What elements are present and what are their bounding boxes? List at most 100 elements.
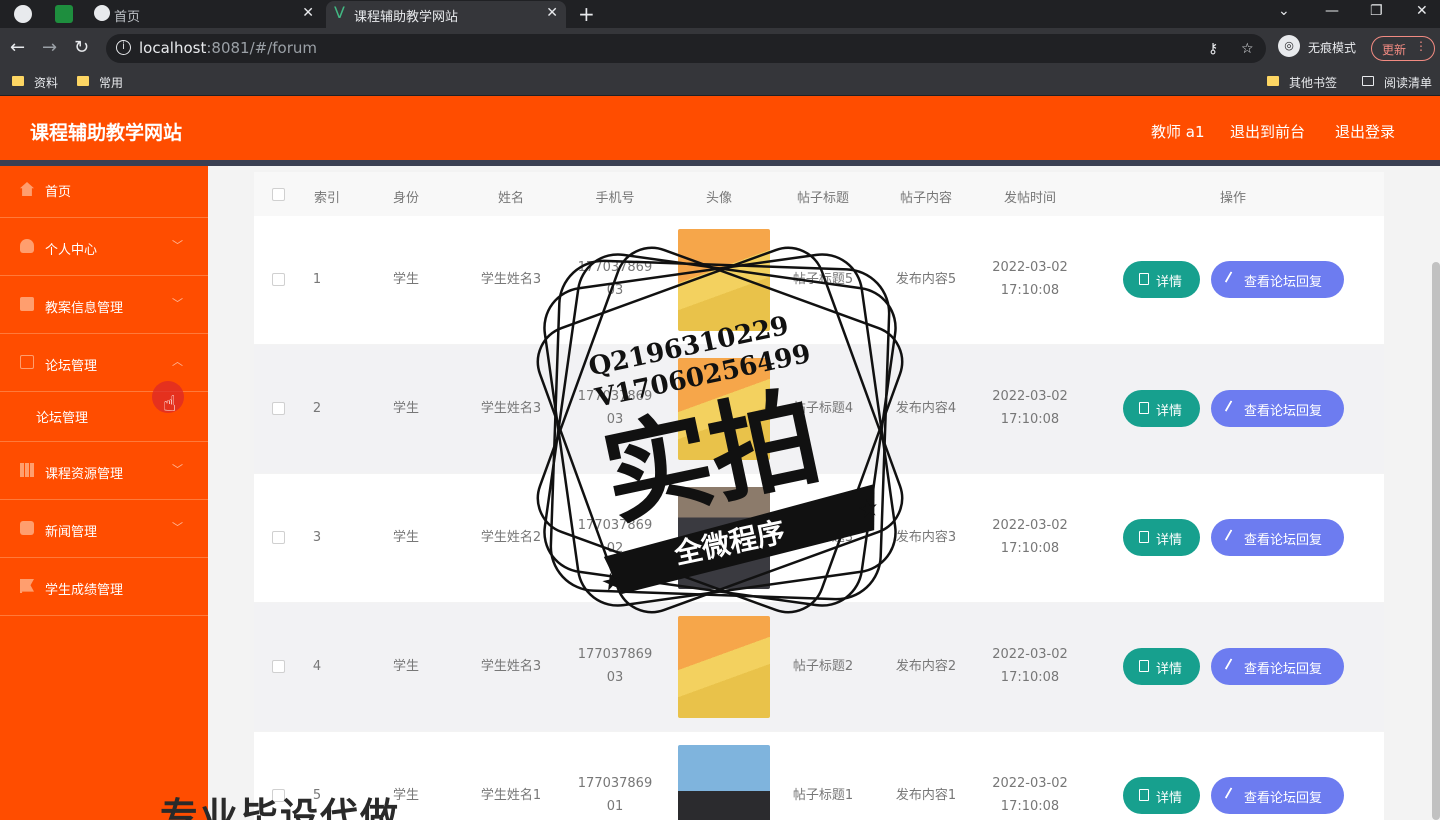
cell-datetime: 2022-03-02 17:10:08 — [992, 776, 1068, 814]
view-replies-button[interactable]: 查看论坛回复 — [1211, 390, 1344, 427]
bookmarks-bar: 资料 常用 其他书签 阅读清单 — [0, 68, 1440, 96]
table-row: 5 学生 学生姓名1 177037869 01 帖子标题1 发布内容1 2022-03-02 1… — [254, 732, 1384, 820]
bookmark-label: 常用 — [99, 76, 124, 90]
window-close-icon[interactable]: ✕ — [1416, 3, 1428, 19]
cell-datetime: 2022-03-02 17:10:08 — [992, 647, 1068, 685]
row-checkbox[interactable] — [272, 531, 285, 544]
update-button[interactable]: 更新 ⋮ — [1371, 36, 1435, 61]
sidebar-item-student-grades[interactable]: 学生成绩管理 — [0, 558, 208, 616]
document-icon — [1139, 531, 1149, 543]
new-tab-plus-icon[interactable]: + — [578, 2, 595, 26]
cell-index: 4 — [312, 659, 322, 674]
column-header: 帖子内容 — [899, 191, 953, 206]
avatar — [678, 487, 770, 589]
reply-label: 查看论坛回复 — [1244, 662, 1323, 677]
tab-home[interactable]: 首页 ✕ — [86, 1, 322, 28]
reply-label: 查看论坛回复 — [1244, 791, 1323, 806]
chevron-down-icon: ﹀ — [172, 521, 183, 534]
incognito-icon: ◎ — [1278, 35, 1300, 57]
cell-title: 帖子标题3 — [792, 530, 854, 545]
select-all-checkbox[interactable] — [272, 188, 285, 201]
bookmark-star-icon[interactable]: ☆ — [1241, 41, 1254, 57]
sidebar-item-personal-center[interactable]: 个人中心 ﹀ — [0, 218, 208, 276]
reload-icon[interactable]: ↻ — [74, 37, 89, 58]
folder-icon — [12, 76, 24, 86]
cell-index: 2 — [312, 401, 322, 416]
tab-search-chevron-icon[interactable]: ⌄ — [1278, 3, 1290, 19]
home-icon — [20, 182, 34, 196]
cell-role: 学生 — [392, 272, 420, 287]
detail-label: 详情 — [1156, 404, 1183, 419]
row-checkbox[interactable] — [272, 660, 285, 673]
document-icon — [20, 297, 34, 311]
incognito-label: 无痕模式 — [1308, 41, 1357, 55]
user-icon — [20, 239, 34, 253]
minimize-icon[interactable]: — — [1325, 3, 1339, 19]
cell-content: 发布内容1 — [895, 788, 957, 803]
reply-label: 查看论坛回复 — [1244, 533, 1323, 548]
chevron-up-icon: ︿ — [172, 355, 183, 368]
document-icon — [1139, 402, 1149, 414]
site-info-icon[interactable]: i — [116, 40, 131, 55]
logout-link[interactable]: 退出登录 — [1335, 121, 1395, 142]
sidebar-item-lesson-plans[interactable]: 教案信息管理 ﹀ — [0, 276, 208, 334]
globe-icon[interactable] — [14, 5, 32, 23]
cell-name: 学生姓名3 — [480, 659, 542, 674]
url-text: localhost:8081/#/forum — [139, 39, 317, 57]
detail-label: 详情 — [1156, 791, 1183, 806]
chevron-down-icon: ﹀ — [172, 239, 183, 252]
view-replies-button[interactable]: 查看论坛回复 — [1211, 261, 1344, 298]
address-toolbar: ← → ↻ i localhost:8081/#/forum ⚷ ☆ ◎ 无痕模… — [0, 28, 1440, 68]
scrollbar[interactable] — [1432, 262, 1440, 820]
detail-button[interactable]: 详情 — [1123, 261, 1200, 298]
restore-icon[interactable]: ❐ — [1370, 3, 1383, 19]
detail-button[interactable]: 详情 — [1123, 777, 1200, 814]
row-checkbox[interactable] — [272, 273, 285, 286]
column-header: 索引 — [313, 191, 341, 206]
cell-datetime: 2022-03-02 17:10:08 — [992, 389, 1068, 427]
sidebar-item-label: 教案信息管理 — [45, 301, 124, 316]
update-label: 更新 — [1382, 43, 1407, 57]
cell-index: 1 — [312, 272, 322, 287]
column-header: 头像 — [705, 191, 733, 206]
column-header: 操作 — [1219, 191, 1247, 206]
detail-label: 详情 — [1156, 662, 1183, 677]
cell-phone: 177037869 03 — [577, 647, 653, 685]
close-icon[interactable]: ✕ — [546, 5, 558, 21]
reply-label: 查看论坛回复 — [1244, 275, 1323, 290]
back-arrow-icon[interactable]: ← — [10, 37, 25, 58]
folder-icon — [77, 76, 89, 86]
sidebar-item-label: 个人中心 — [45, 243, 98, 258]
to-front-link[interactable]: 退出到前台 — [1230, 121, 1305, 142]
cell-phone: 177037869 03 — [577, 389, 653, 427]
table-row: 3 学生 学生姓名2 177037869 02 帖子标题3 发布内容3 2022-03-02 1… — [254, 474, 1384, 602]
cell-title: 帖子标题2 — [792, 659, 854, 674]
forward-arrow-icon[interactable]: → — [42, 37, 57, 58]
cell-content: 发布内容5 — [895, 272, 957, 287]
sheets-icon[interactable] — [55, 5, 73, 23]
key-icon[interactable]: ⚷ — [1208, 41, 1218, 57]
tab-course-site[interactable]: V 课程辅助教学网站 ✕ — [326, 1, 566, 28]
cell-role: 学生 — [392, 659, 420, 674]
cell-name: 学生姓名3 — [480, 272, 542, 287]
cell-datetime: 2022-03-02 17:10:08 — [992, 518, 1068, 556]
row-checkbox[interactable] — [272, 402, 285, 415]
avatar — [678, 358, 770, 460]
document-icon — [1139, 273, 1149, 285]
detail-button[interactable]: 详情 — [1123, 390, 1200, 427]
sidebar-item-news[interactable]: 新闻管理 ﹀ — [0, 500, 208, 558]
url-bar[interactable]: i localhost:8081/#/forum ⚷ ☆ — [106, 34, 1266, 63]
detail-label: 详情 — [1156, 533, 1183, 548]
cell-role: 学生 — [392, 401, 420, 416]
cell-role: 学生 — [392, 530, 420, 545]
detail-button[interactable]: 详情 — [1123, 519, 1200, 556]
close-icon[interactable]: ✕ — [302, 5, 314, 21]
detail-button[interactable]: 详情 — [1123, 648, 1200, 685]
view-replies-button[interactable]: 查看论坛回复 — [1211, 648, 1344, 685]
sidebar-item-course-resources[interactable]: 课程资源管理 ﹀ — [0, 442, 208, 500]
view-replies-button[interactable]: 查看论坛回复 — [1211, 519, 1344, 556]
cell-phone: 177037869 01 — [577, 776, 653, 814]
sidebar-item-home[interactable]: 首页 — [0, 166, 208, 218]
view-replies-button[interactable]: 查看论坛回复 — [1211, 777, 1344, 814]
current-user: 教师 a1 — [1151, 123, 1205, 141]
